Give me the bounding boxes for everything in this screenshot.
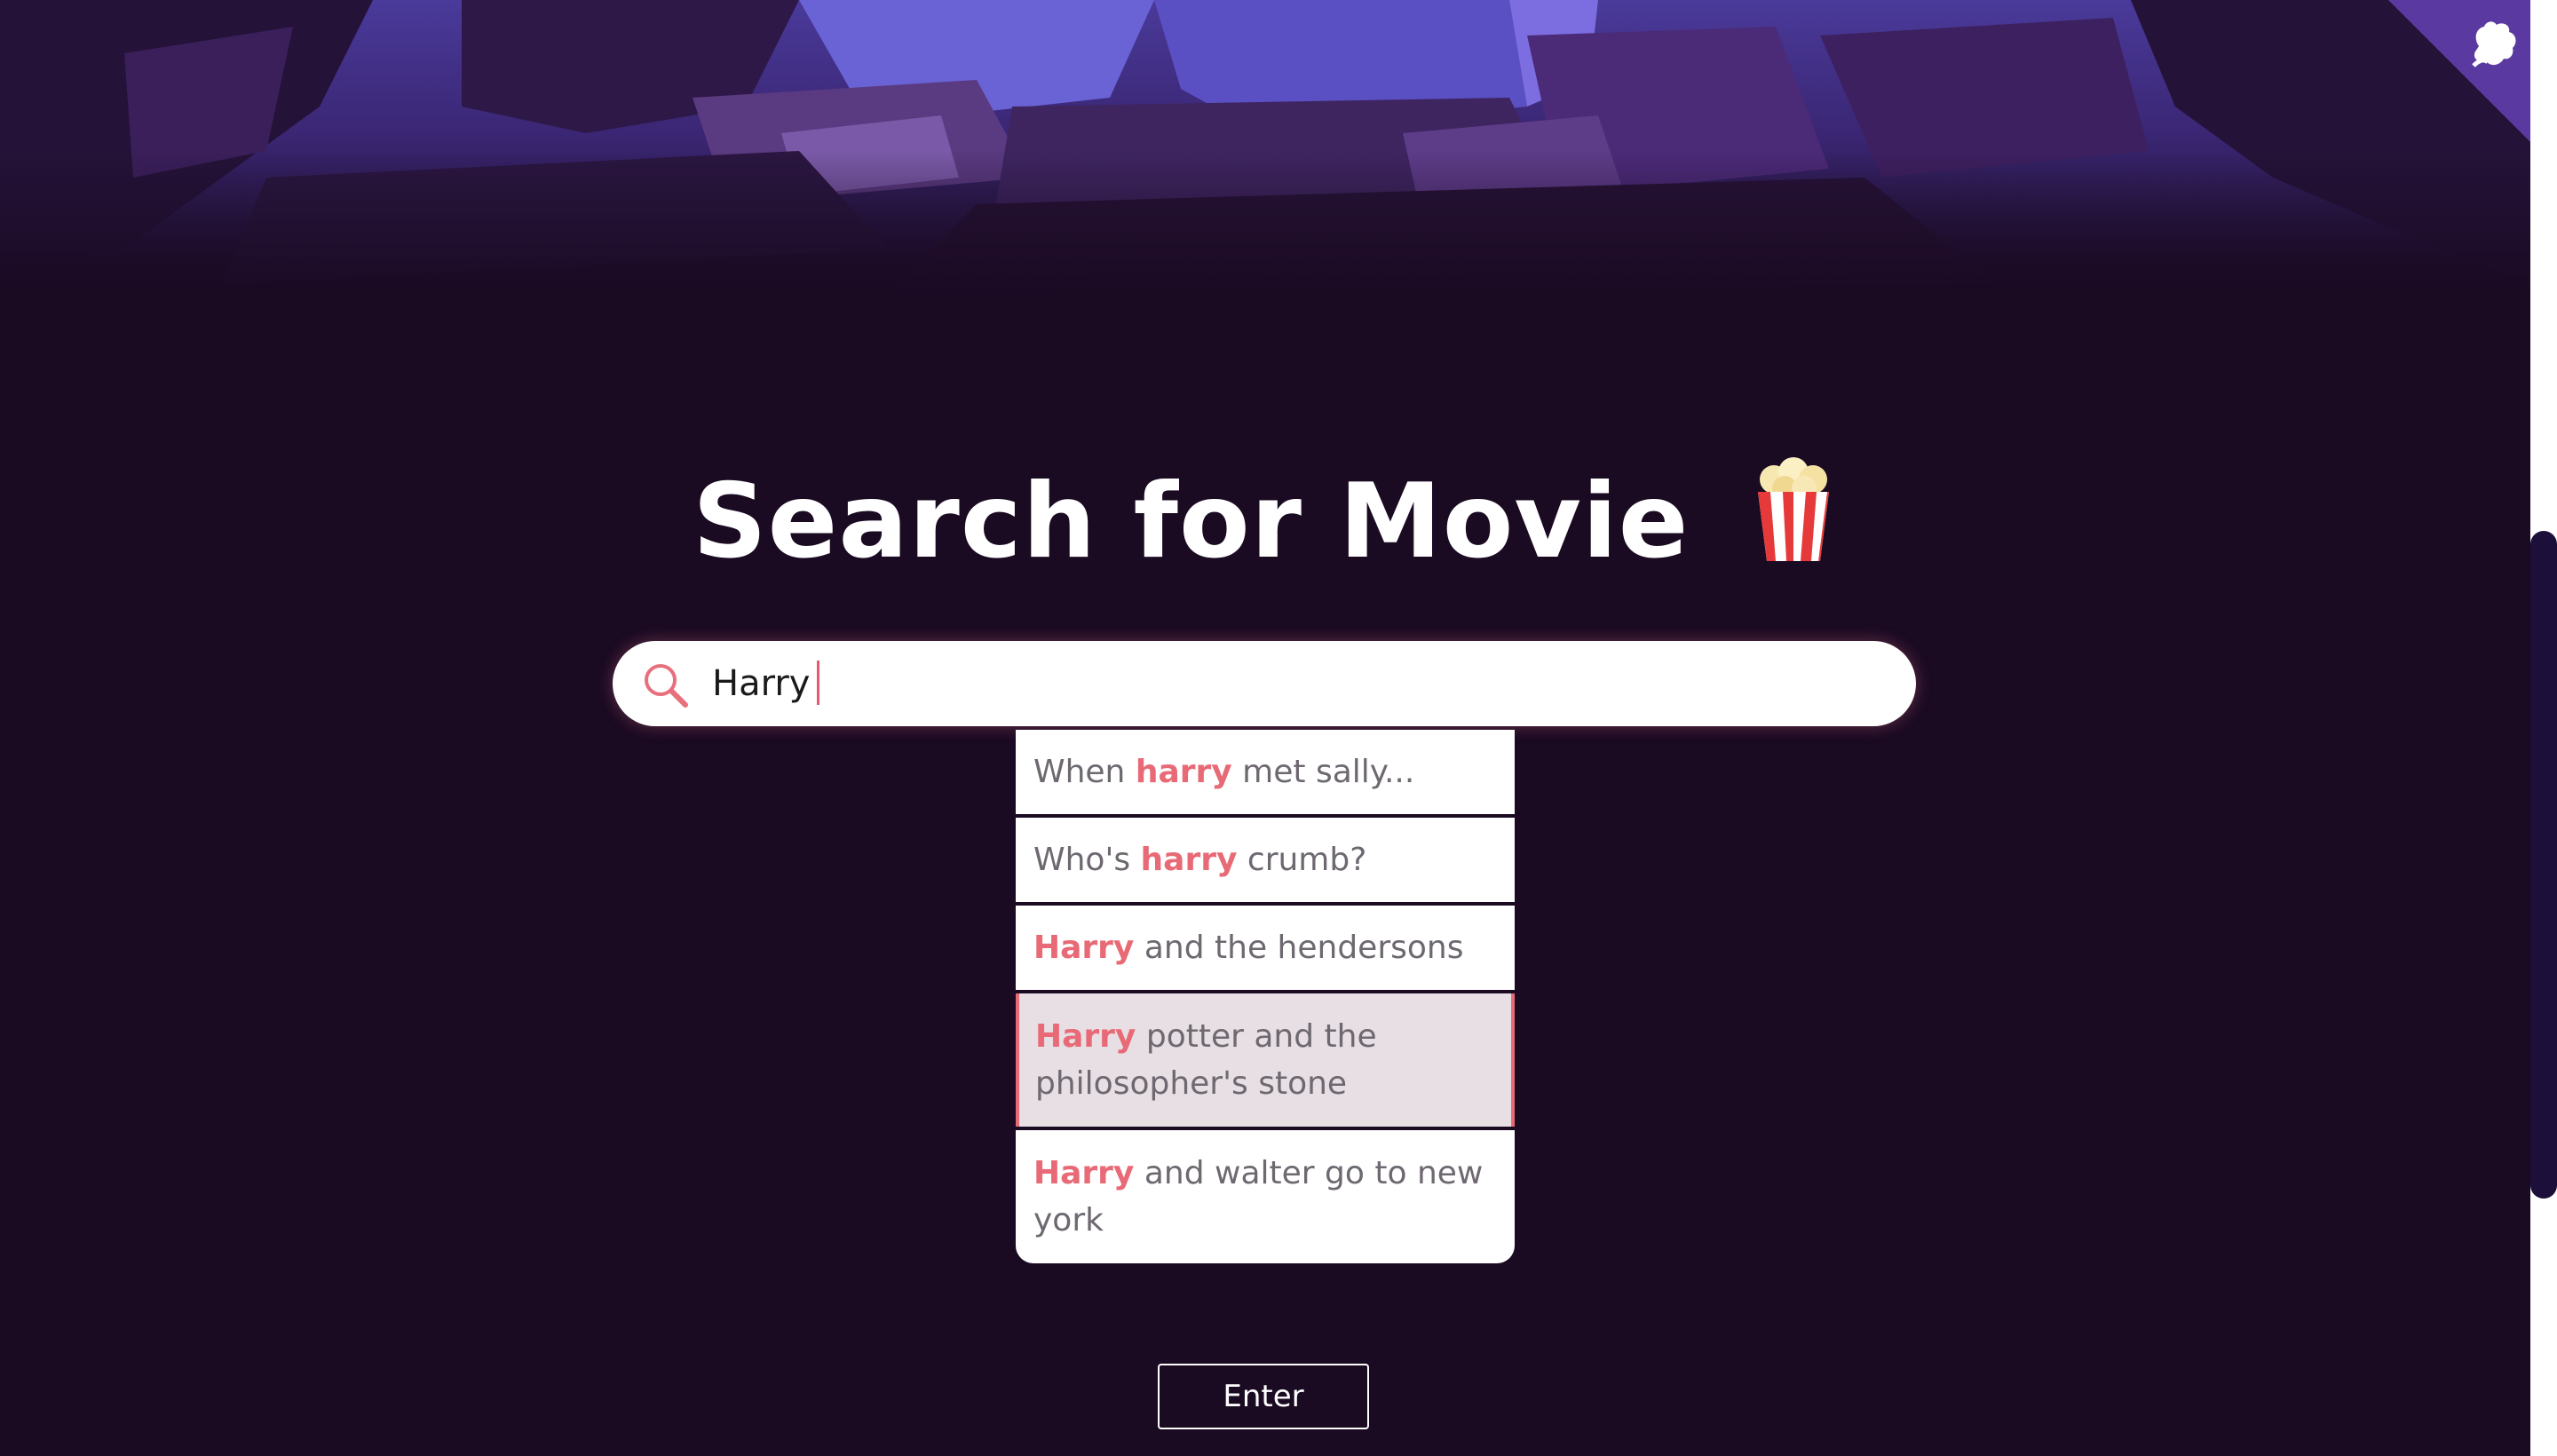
- search-input[interactable]: Harry: [712, 641, 820, 726]
- suggestion-suffix: and the hendersons: [1134, 930, 1464, 966]
- suggestion-item[interactable]: When harry met sally...: [1016, 730, 1515, 814]
- page: Search for Movie Harry When harry met sa…: [0, 0, 2557, 1456]
- suggestion-match: Harry: [1033, 930, 1135, 966]
- suggestion-prefix: When: [1033, 754, 1136, 790]
- hero-illustration: [0, 0, 2530, 302]
- suggestion-item[interactable]: Who's harry crumb?: [1016, 818, 1515, 902]
- suggestion-item[interactable]: Harry and the hendersons: [1016, 906, 1515, 990]
- suggestion-item-active[interactable]: Harry potter and the philosopher's stone: [1016, 993, 1515, 1127]
- suggestion-suffix: met sally...: [1231, 754, 1415, 790]
- suggestion-match: harry: [1140, 842, 1238, 878]
- search-input-value: Harry: [712, 663, 811, 704]
- suggestions-list: When harry met sally... Who's harry crum…: [1016, 730, 1515, 1263]
- enter-button[interactable]: Enter: [1158, 1364, 1369, 1429]
- suggestion-match: Harry: [1033, 1155, 1135, 1191]
- suggestion-prefix: Who's: [1033, 842, 1141, 878]
- scrollbar-thumb[interactable]: [2530, 531, 2557, 1199]
- page-title: Search for Movie: [693, 462, 1690, 582]
- suggestion-match: harry: [1135, 754, 1232, 790]
- suggestion-suffix: crumb?: [1237, 842, 1367, 878]
- page-title-row: Search for Movie: [0, 457, 2530, 588]
- suggestion-item[interactable]: Harry and walter go to new york: [1016, 1130, 1515, 1263]
- search-bar[interactable]: Harry: [613, 641, 1916, 726]
- text-caret: [817, 661, 820, 705]
- popcorn-icon: [1749, 456, 1838, 588]
- github-corner-link[interactable]: [2388, 0, 2530, 142]
- suggestion-match: Harry: [1035, 1018, 1136, 1055]
- search-icon: [641, 661, 691, 710]
